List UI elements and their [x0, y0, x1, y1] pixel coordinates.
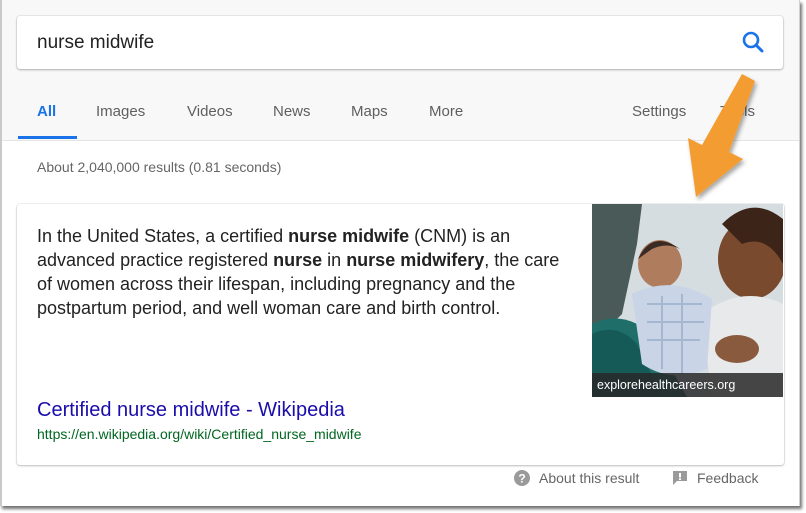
- tab-videos[interactable]: Videos: [187, 103, 233, 120]
- result-stats: About 2,040,000 results (0.81 seconds): [37, 159, 282, 175]
- photo-illustration: [592, 204, 783, 397]
- tab-tools[interactable]: Tools: [720, 103, 755, 120]
- featured-snippet-image[interactable]: explorehealthcareers.org: [592, 204, 783, 397]
- result-title-link[interactable]: Certified nurse midwife - Wikipedia: [37, 399, 345, 422]
- snippet-highlight: nurse: [273, 250, 323, 270]
- svg-text:?: ?: [518, 472, 525, 486]
- feedback-icon: [672, 470, 688, 489]
- snippet-highlight: nurse midwife: [288, 226, 410, 246]
- search-box: [17, 16, 783, 69]
- featured-snippet-card: In the United States, a certified nurse …: [17, 204, 784, 465]
- feedback-link[interactable]: Feedback: [672, 470, 758, 489]
- search-button[interactable]: [739, 29, 767, 57]
- tab-images[interactable]: Images: [96, 103, 145, 120]
- about-this-result-label: About this result: [539, 470, 640, 487]
- result-url: https://en.wikipedia.org/wiki/Certified_…: [37, 426, 362, 442]
- tab-maps[interactable]: Maps: [351, 103, 388, 120]
- image-source-caption: explorehealthcareers.org: [592, 373, 783, 397]
- search-input[interactable]: [37, 29, 677, 57]
- tab-more[interactable]: More: [429, 103, 463, 120]
- search-header: All Images Videos News Maps More Setting…: [2, 0, 799, 141]
- snippet-text: in: [322, 250, 347, 270]
- about-this-result-link[interactable]: ? About this result: [514, 470, 639, 489]
- page-frame: All Images Videos News Maps More Setting…: [0, 0, 800, 506]
- featured-snippet-text: In the United States, a certified nurse …: [37, 224, 577, 320]
- snippet-highlight: nurse midwifery: [346, 250, 485, 270]
- tab-all[interactable]: All: [37, 103, 56, 120]
- snippet-text: In the United States, a certified: [37, 226, 289, 246]
- tab-settings[interactable]: Settings: [632, 103, 686, 120]
- search-icon: [739, 31, 767, 61]
- tab-news[interactable]: News: [273, 103, 311, 120]
- help-icon: ?: [514, 470, 530, 489]
- feedback-label: Feedback: [697, 470, 759, 487]
- active-tab-indicator: [18, 136, 77, 139]
- search-tabs: All Images Videos News Maps More Setting…: [2, 90, 799, 140]
